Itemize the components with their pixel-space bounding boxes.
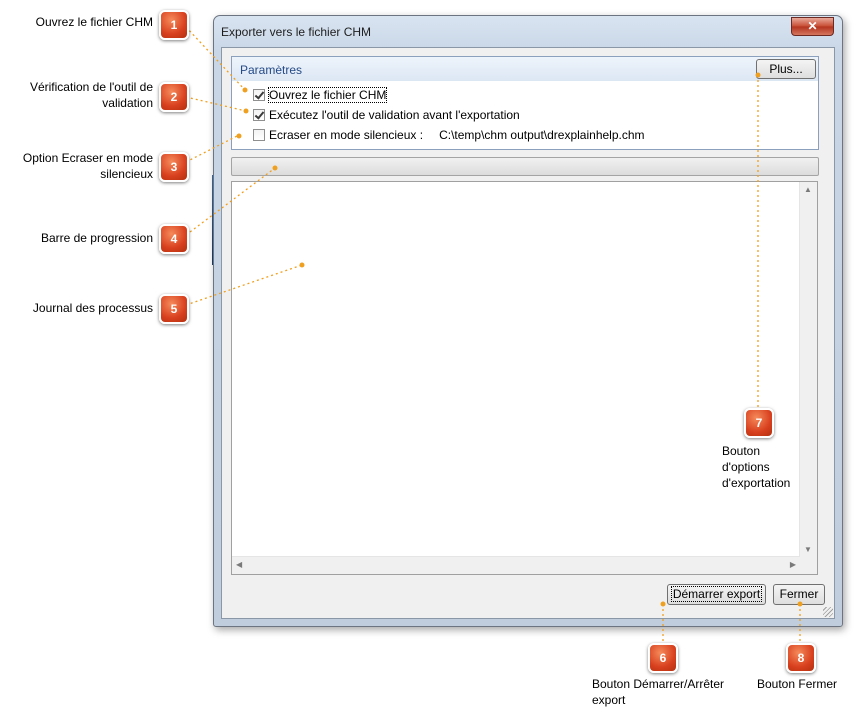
anchor-dot-8 [797, 601, 803, 607]
callout-6-badge: 6 [648, 643, 678, 673]
callout-2-text: Vérification de l'outil de validation [29, 80, 153, 110]
callout-4-text: Barre de progression [40, 231, 153, 245]
callout-4-badge: 4 [159, 224, 189, 254]
callout-3-text: Option Ecraser en mode silencieux [22, 151, 153, 181]
callout-7-text: Bouton d'options d'exportation [722, 444, 791, 490]
leader-line-1 [185, 26, 246, 91]
leader-line-3 [185, 135, 238, 163]
leader-line-5 [185, 264, 303, 306]
callout-5-badge: 5 [159, 294, 189, 324]
leader-line-4 [185, 167, 276, 236]
anchor-dot-6 [660, 601, 666, 607]
anchor-dot-2 [243, 108, 249, 114]
anchor-dot-5 [299, 262, 305, 268]
leader-line-2 [185, 96, 247, 112]
callout-8-text: Bouton Fermer [757, 677, 838, 691]
callout-6-text: Bouton Démarrer/Arrêter export [592, 677, 725, 707]
callout-5-text: Journal des processus [32, 301, 153, 315]
anchor-dot-3 [236, 133, 242, 139]
callout-3-badge: 3 [159, 152, 189, 182]
callout-7-badge: 7 [744, 408, 774, 438]
anchor-dot-4 [272, 165, 278, 171]
anchor-dot-1 [242, 87, 248, 93]
callout-2-badge: 2 [159, 82, 189, 112]
anchor-dot-7 [755, 72, 761, 78]
callout-1-text: Ouvrez le fichier CHM [35, 15, 153, 29]
callout-8-badge: 8 [786, 643, 816, 673]
callout-1-badge: 1 [159, 10, 189, 40]
